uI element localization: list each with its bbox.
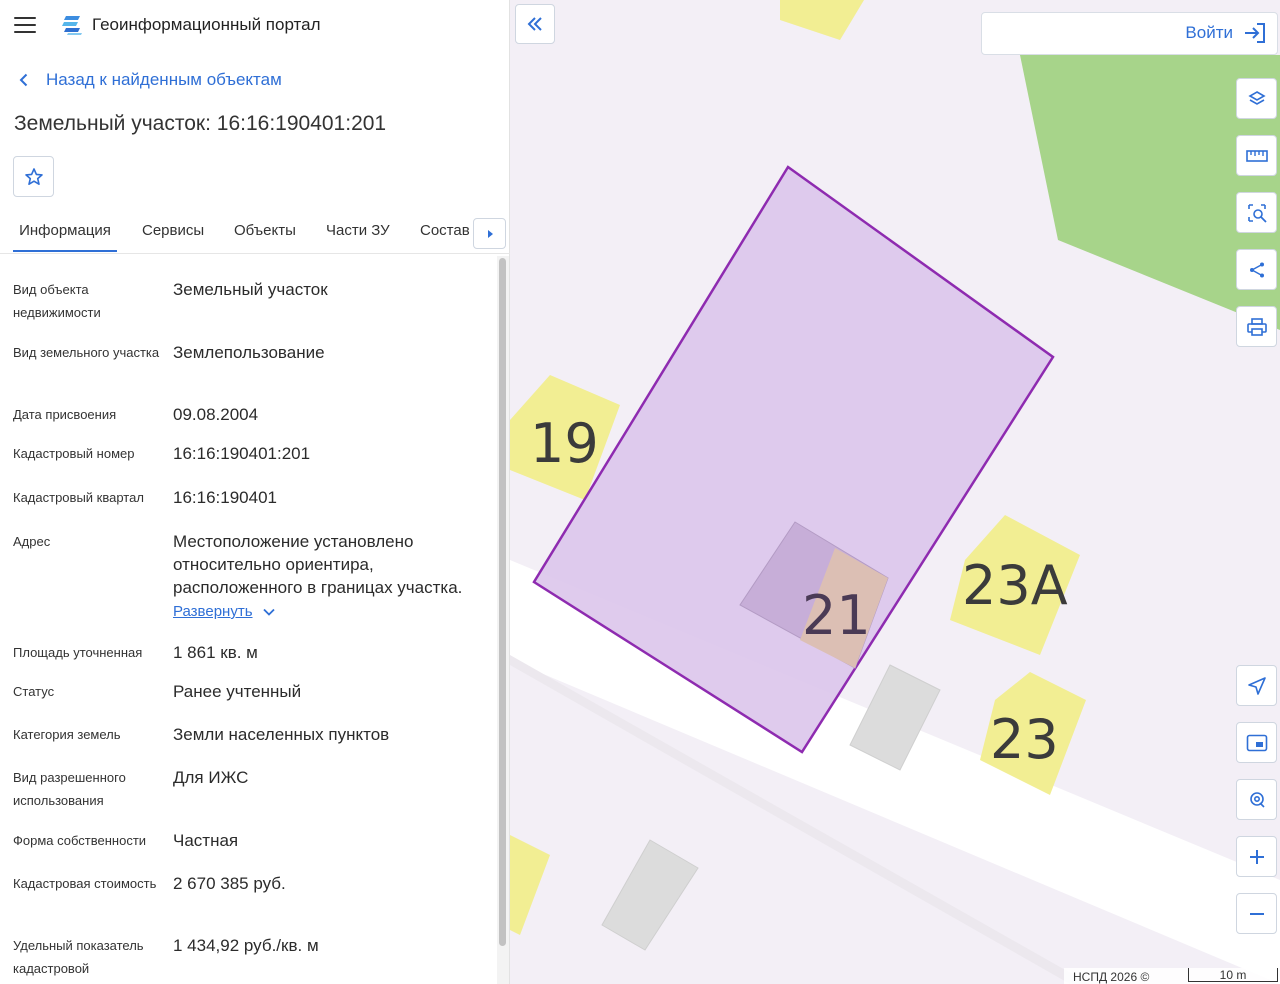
layers-icon bbox=[1247, 90, 1266, 105]
ruler-button[interactable] bbox=[1236, 135, 1277, 176]
info-label: Вид земельного участка bbox=[13, 345, 160, 360]
tabs-scroll-right-button[interactable] bbox=[473, 218, 506, 249]
caret-right-icon bbox=[487, 229, 493, 238]
login-icon bbox=[1245, 23, 1265, 43]
info-label: Кадастровая стоимость bbox=[13, 876, 157, 891]
tab-bar: Информация Сервисы Объекты Части ЗУ Сост… bbox=[0, 212, 510, 254]
ruler-icon bbox=[1245, 149, 1268, 162]
map-footer: НСПД 2026 © 10 m bbox=[1064, 968, 1280, 984]
info-label: Кадастровый квартал bbox=[13, 490, 144, 505]
area-select-button[interactable] bbox=[1236, 192, 1277, 233]
locate-icon bbox=[1247, 676, 1266, 695]
map-canvas: 19 23А 23 21 циан bbox=[510, 0, 1280, 984]
copyright: НСПД 2026 © bbox=[1073, 970, 1150, 984]
chevron-left-icon bbox=[19, 73, 28, 87]
info-label: Вид разрешенного использования bbox=[13, 770, 126, 808]
info-label: Вид объекта недвижимости bbox=[13, 282, 101, 320]
house-number-23: 23 bbox=[990, 708, 1059, 771]
expand-label: Развернуть bbox=[173, 603, 253, 620]
tab-services[interactable]: Сервисы bbox=[142, 212, 204, 252]
portal-logo bbox=[62, 16, 82, 35]
scrollbar-thumb[interactable] bbox=[499, 258, 506, 946]
portal-title: Геоинформационный портал bbox=[92, 15, 321, 34]
info-value: 1 861 кв. м bbox=[173, 643, 258, 662]
zoom-in-button[interactable] bbox=[1236, 836, 1277, 877]
zoom-out-icon bbox=[1249, 912, 1264, 915]
info-label: Удельный показатель кадастровой bbox=[13, 938, 144, 976]
info-value: 16:16:190401 bbox=[173, 488, 277, 507]
house-top bbox=[780, 0, 864, 40]
scale-bar: 10 m bbox=[1188, 968, 1278, 982]
info-value: Земельный участок bbox=[173, 280, 328, 299]
map-view[interactable]: 19 23А 23 21 циан bbox=[510, 0, 1280, 984]
info-value: Землепользование bbox=[173, 343, 325, 362]
outbuilding-2 bbox=[601, 839, 699, 951]
locate-button[interactable] bbox=[1236, 665, 1277, 706]
minimap-icon bbox=[1246, 734, 1267, 751]
info-value: Земли населенных пунктов bbox=[173, 725, 390, 744]
info-value: Частная bbox=[173, 831, 239, 850]
house-number-23a: 23А bbox=[962, 554, 1068, 617]
info-label: Площадь уточненная bbox=[13, 645, 143, 660]
info-value: Ранее учтенный bbox=[173, 682, 302, 701]
login-button[interactable]: Войти bbox=[1185, 22, 1267, 44]
info-label: Кадастровый номер bbox=[13, 446, 135, 461]
login-label: Войти bbox=[1185, 23, 1233, 42]
chevron-down-icon bbox=[262, 608, 275, 616]
print-button[interactable] bbox=[1236, 306, 1277, 347]
info-list: Вид объекта недвижимости Земельный участ… bbox=[0, 256, 495, 984]
layers-button[interactable] bbox=[1236, 78, 1277, 119]
info-value: 1 434,92 руб./кв. м bbox=[173, 936, 319, 955]
info-label: Форма собственности bbox=[13, 833, 147, 848]
info-label: Категория земель bbox=[13, 727, 121, 742]
collapse-panel-button[interactable] bbox=[515, 4, 555, 44]
geolocation-button[interactable] bbox=[1236, 779, 1277, 820]
favorite-button[interactable] bbox=[13, 156, 54, 197]
info-value: 2 670 385 руб. bbox=[173, 874, 286, 893]
star-icon bbox=[24, 167, 43, 185]
expand-address-link[interactable]: Развернуть bbox=[173, 603, 275, 620]
info-label: Статус bbox=[13, 684, 55, 699]
page-title: Земельный участок: 16:16:190401:201 bbox=[14, 112, 387, 135]
share-button[interactable] bbox=[1236, 249, 1277, 290]
minimap-button[interactable] bbox=[1236, 722, 1277, 763]
info-value: 16:16:190401:201 bbox=[173, 444, 311, 463]
menu-icon[interactable] bbox=[14, 17, 36, 33]
info-value: 09.08.2004 bbox=[173, 405, 259, 424]
print-icon bbox=[1246, 317, 1267, 336]
tab-information[interactable]: Информация bbox=[13, 212, 117, 252]
tab-parcel-parts[interactable]: Части ЗУ bbox=[326, 212, 390, 252]
login-bar: Войти bbox=[981, 12, 1278, 55]
info-label: Дата присвоения bbox=[13, 407, 117, 422]
house-bottom-left bbox=[510, 835, 550, 935]
address-value: Местоположение установлено относительно … bbox=[173, 532, 463, 597]
zoom-out-button[interactable] bbox=[1236, 893, 1277, 934]
back-to-results-link[interactable]: Назад к найденным объектам bbox=[14, 70, 282, 90]
top-bar: Геоинформационный портал bbox=[0, 0, 509, 50]
back-link-label: Назад к найденным объектам bbox=[46, 70, 282, 89]
zoom-in-icon bbox=[1249, 849, 1264, 864]
share-icon bbox=[1249, 262, 1264, 277]
double-chevron-left-icon bbox=[527, 17, 542, 31]
tab-objects[interactable]: Объекты bbox=[234, 212, 296, 252]
house-number-21: 21 bbox=[802, 584, 871, 647]
info-panel: Геоинформационный портал Назад к найденн… bbox=[0, 0, 510, 984]
info-scrollbar[interactable] bbox=[497, 256, 509, 984]
watermark: циан bbox=[1005, 824, 1130, 880]
geolocation-icon bbox=[1249, 791, 1265, 808]
info-value: Для ИЖС bbox=[173, 768, 249, 787]
house-number-19: 19 bbox=[530, 412, 599, 475]
area-select-icon bbox=[1247, 203, 1267, 223]
tab-composition[interactable]: Состав bbox=[420, 212, 470, 252]
info-label: Адрес bbox=[13, 534, 51, 549]
